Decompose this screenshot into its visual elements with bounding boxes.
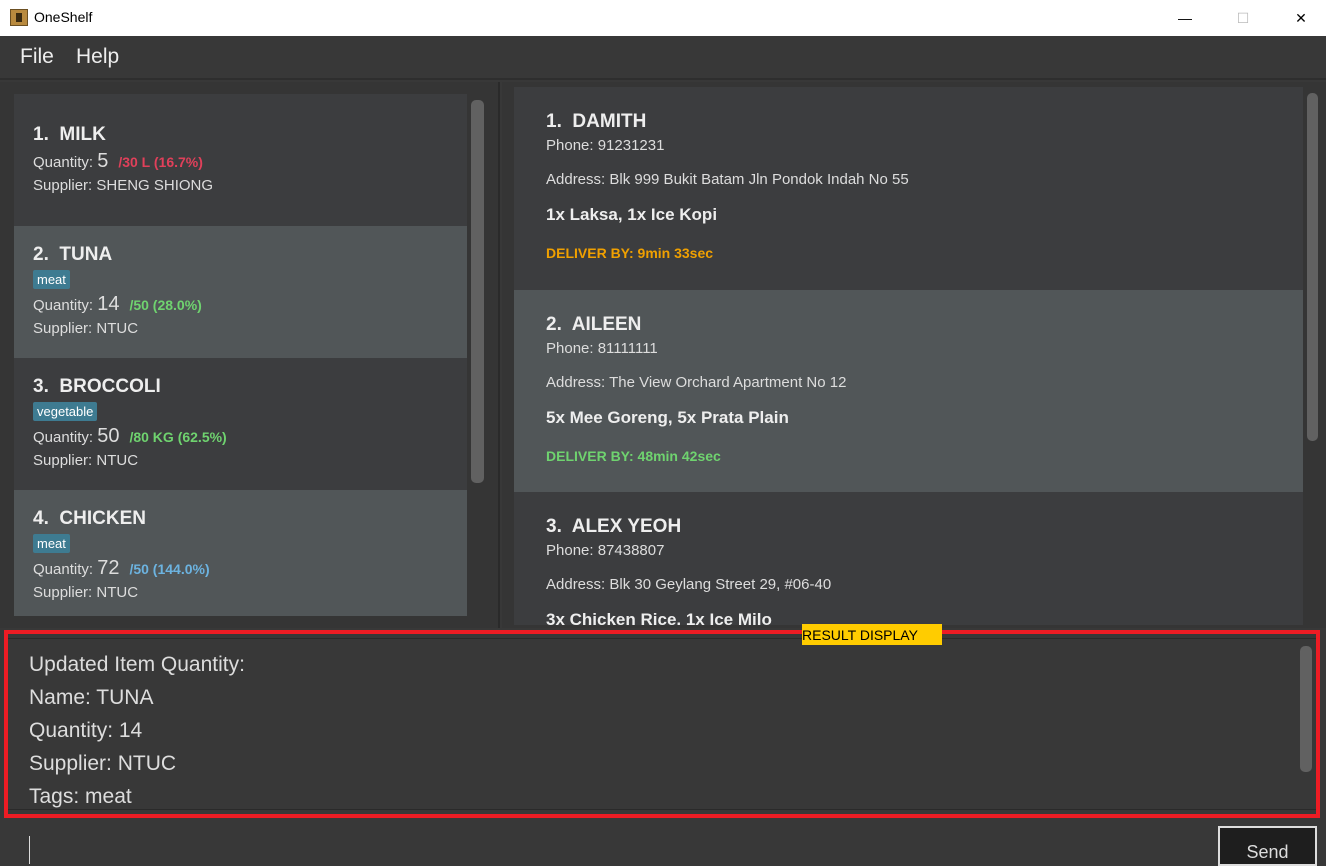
item-supplier: Supplier: SHENG SHIONG <box>33 177 214 194</box>
item-card[interactable]: 4. CHICKEN meat Quantity: 72/50 (144.0%)… <box>14 490 467 616</box>
result-display: Updated Item Quantity: Name: TUNA Quanti… <box>4 630 1320 818</box>
menu-help[interactable]: Help <box>76 45 119 69</box>
item-supplier: Supplier: NTUC <box>33 452 139 469</box>
item-tag: meat <box>33 534 70 553</box>
order-address: Address: Blk 30 Geylang Street 29, #06-4… <box>546 576 832 593</box>
order-items: 1x Laksa, 1x Ice Kopi <box>546 205 718 224</box>
order-scrollbar[interactable] <box>1307 93 1318 441</box>
item-title: 3. BROCCOLI <box>33 376 161 397</box>
order-deliver-by: DELIVER BY: 48min 42sec <box>546 448 721 464</box>
item-card[interactable]: 1. MILK Quantity: 5/30 L (16.7%) Supplie… <box>14 94 467 226</box>
result-line: Tags: meat <box>29 785 132 808</box>
item-title: 1. MILK <box>33 124 106 145</box>
order-address: Address: Blk 999 Bukit Batam Jln Pondok … <box>546 171 909 188</box>
order-list[interactable]: 1. DAMITH Phone: 91231231 Address: Blk 9… <box>502 82 1326 628</box>
item-card[interactable]: 2. TUNA meat Quantity: 14/50 (28.0%) Sup… <box>14 226 467 358</box>
item-supplier: Supplier: NTUC <box>33 584 139 601</box>
inventory-scrollbar[interactable] <box>471 100 484 483</box>
item-quantity: Quantity: 50/80 KG (62.5%) <box>33 425 227 447</box>
send-button[interactable]: Send <box>1218 826 1317 866</box>
menu-bar: File Help <box>0 36 1326 80</box>
maximize-button[interactable]: ☐ <box>1220 0 1266 36</box>
item-tag: vegetable <box>33 402 98 421</box>
item-tag: meat <box>33 270 70 289</box>
result-display-label: RESULT DISPLAY <box>802 624 942 645</box>
order-items: 5x Mee Goreng, 5x Prata Plain <box>546 408 789 427</box>
order-phone: Phone: 91231231 <box>546 137 665 154</box>
order-card[interactable]: 3. ALEX YEOH Phone: 87438807 Address: Bl… <box>514 492 1303 625</box>
order-deliver-by: DELIVER BY: 9min 33sec <box>546 245 714 261</box>
item-supplier: Supplier: NTUC <box>33 320 139 337</box>
result-line: Quantity: 14 <box>29 719 143 742</box>
result-scrollbar[interactable] <box>1300 646 1312 772</box>
app-icon <box>10 9 28 26</box>
title-bar: OneShelf — ☐ ✕ <box>0 0 1326 36</box>
item-card[interactable]: 3. BROCCOLI vegetable Quantity: 50/80 KG… <box>14 358 467 490</box>
menu-file[interactable]: File <box>20 45 54 69</box>
order-phone: Phone: 81111111 <box>546 340 658 357</box>
item-quantity: Quantity: 14/50 (28.0%) <box>33 293 202 315</box>
order-title: 3. ALEX YEOH <box>546 516 682 537</box>
text-caret <box>29 836 30 864</box>
result-line: Supplier: NTUC <box>29 752 177 775</box>
order-title: 1. DAMITH <box>546 111 647 132</box>
inventory-list[interactable]: 1. MILK Quantity: 5/30 L (16.7%) Supplie… <box>0 82 500 628</box>
close-button[interactable]: ✕ <box>1278 0 1324 36</box>
order-phone: Phone: 87438807 <box>546 542 665 559</box>
order-card[interactable]: 2. AILEEN Phone: 81111111 Address: The V… <box>514 290 1303 492</box>
order-items: 3x Chicken Rice, 1x Ice Milo <box>546 610 772 625</box>
order-address: Address: The View Orchard Apartment No 1… <box>546 374 847 391</box>
item-title: 4. CHICKEN <box>33 508 146 529</box>
result-line: Updated Item Quantity: <box>29 653 245 676</box>
order-title: 2. AILEEN <box>546 314 642 335</box>
result-line: Name: TUNA <box>29 686 154 709</box>
item-quantity: Quantity: 72/50 (144.0%) <box>33 557 210 579</box>
order-card[interactable]: 1. DAMITH Phone: 91231231 Address: Blk 9… <box>514 87 1303 290</box>
minimize-button[interactable]: — <box>1162 0 1208 36</box>
window-title: OneShelf <box>34 9 93 25</box>
command-input[interactable] <box>0 822 1326 864</box>
item-title: 2. TUNA <box>33 244 113 265</box>
item-quantity: Quantity: 5/30 L (16.7%) <box>33 150 203 172</box>
